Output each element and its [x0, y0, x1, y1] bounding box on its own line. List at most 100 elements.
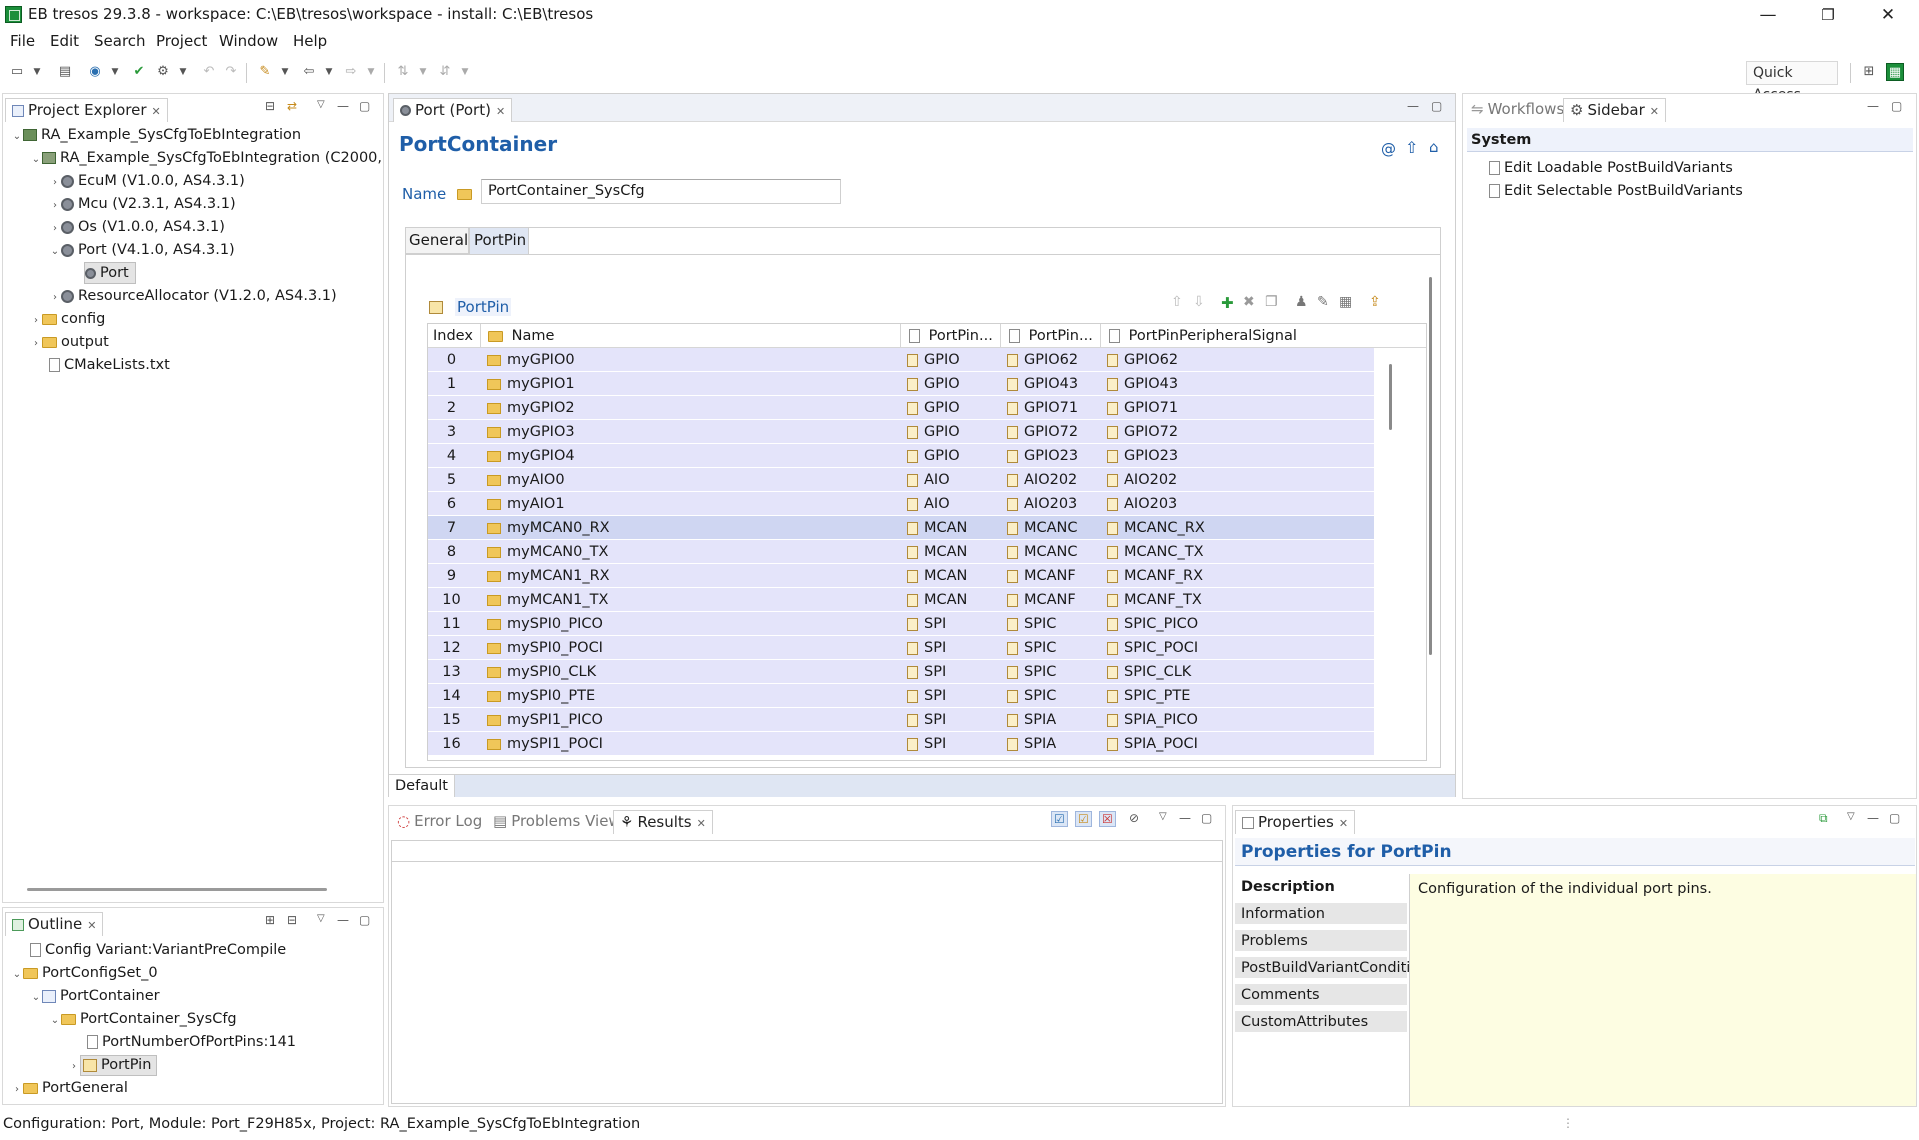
table-row[interactable]: 9 myMCAN1_RX MCAN MCANF MCANF_RX: [428, 564, 1374, 588]
cell-portpin-2[interactable]: SPIC: [1007, 612, 1101, 636]
outline-item-portconfigset[interactable]: ⌄ PortConfigSet_0: [11, 962, 158, 985]
tab-problems-view[interactable]: ▤ Problems View: [487, 810, 627, 834]
cell-index[interactable]: 8: [428, 540, 475, 564]
tab-default[interactable]: Default: [389, 775, 455, 797]
tree-item-ecum[interactable]: › EcuM (V1.0.0, AS4.3.1): [49, 170, 245, 193]
cell-portpin-2[interactable]: SPIA: [1007, 732, 1101, 756]
column-header-index[interactable]: Index: [428, 324, 481, 348]
cell-index[interactable]: 9: [428, 564, 475, 588]
quick-access-field[interactable]: Quick Access: [1746, 61, 1838, 103]
menu-search[interactable]: Search: [94, 32, 146, 50]
table-row[interactable]: 2 myGPIO2 GPIO GPIO71 GPIO71: [428, 396, 1374, 420]
cell-portpin-2[interactable]: SPIC: [1007, 660, 1101, 684]
tree-item-output-folder[interactable]: › output: [30, 331, 109, 354]
table-row[interactable]: 15 mySPI1_PICO SPI SPIA SPIA_PICO: [428, 708, 1374, 732]
minimize-icon[interactable]: —: [1867, 99, 1879, 113]
dropdown-icon[interactable]: ▼: [106, 63, 124, 81]
minimize-icon[interactable]: —: [1867, 811, 1879, 825]
tree-item-port[interactable]: ⌄ Port (V4.1.0, AS4.3.1): [49, 239, 235, 262]
table-row[interactable]: 13 mySPI0_CLK SPI SPIC SPIC_CLK: [428, 660, 1374, 684]
close-icon[interactable]: ✕: [697, 817, 706, 830]
link-editor-icon[interactable]: ⇄: [287, 99, 297, 113]
cell-index[interactable]: 12: [428, 636, 475, 660]
column-header-portpin-2[interactable]: PortPin...: [1001, 324, 1101, 348]
save-icon[interactable]: ▤: [56, 63, 74, 81]
table-row[interactable]: 3 myGPIO3 GPIO GPIO72 GPIO72: [428, 420, 1374, 444]
cell-peripheral-signal[interactable]: MCANF_TX: [1107, 588, 1381, 612]
table-row[interactable]: 7 myMCAN0_RX MCAN MCANC MCANC_RX: [428, 516, 1374, 540]
table-row[interactable]: 1 myGPIO1 GPIO GPIO43 GPIO43: [428, 372, 1374, 396]
add-icon[interactable]: ✚: [1221, 294, 1234, 312]
edit-icon[interactable]: ✎: [1317, 294, 1329, 310]
redo-icon[interactable]: ↷: [222, 63, 240, 81]
maximize-icon[interactable]: ▢: [1891, 99, 1902, 113]
cell-portpin-2[interactable]: MCANF: [1007, 588, 1101, 612]
move-up-icon[interactable]: ⇧: [1171, 294, 1183, 310]
outer-scrollbar-thumb[interactable]: [1429, 277, 1432, 655]
cell-index[interactable]: 1: [428, 372, 475, 396]
cell-name[interactable]: myMCAN1_RX: [487, 564, 901, 588]
cell-peripheral-signal[interactable]: SPIC_PTE: [1107, 684, 1381, 708]
cell-portpin-2[interactable]: SPIC: [1007, 636, 1101, 660]
sidebar-item-selectable[interactable]: Edit Selectable PostBuildVariants: [1489, 180, 1743, 203]
cell-peripheral-signal[interactable]: MCANC_RX: [1107, 516, 1381, 540]
cell-peripheral-signal[interactable]: GPIO43: [1107, 372, 1381, 396]
menu-window[interactable]: Window: [219, 32, 278, 50]
cell-portpin-1[interactable]: SPI: [907, 732, 1001, 756]
cell-portpin-1[interactable]: GPIO: [907, 396, 1001, 420]
dropdown-icon[interactable]: ▼: [28, 63, 46, 81]
dropdown-icon[interactable]: ▼: [414, 63, 432, 81]
maximize-icon[interactable]: ▢: [359, 99, 370, 113]
cell-peripheral-signal[interactable]: SPIA_PICO: [1107, 708, 1381, 732]
cell-portpin-1[interactable]: SPI: [907, 708, 1001, 732]
cell-peripheral-signal[interactable]: SPIA_POCI: [1107, 732, 1381, 756]
clear-icon[interactable]: ⊘: [1129, 811, 1139, 825]
dropdown-icon[interactable]: ▼: [362, 63, 380, 81]
tree-item-resourceallocator[interactable]: › ResourceAllocator (V1.2.0, AS4.3.1): [49, 285, 337, 308]
globe-icon[interactable]: ◉: [86, 63, 104, 81]
tab-general[interactable]: General: [405, 227, 469, 254]
outline-item-portcontainer-syscfg[interactable]: ⌄ PortContainer_SysCfg: [49, 1008, 237, 1031]
cell-portpin-1[interactable]: GPIO: [907, 444, 1001, 468]
tab-results[interactable]: ⚘ Results ✕: [613, 810, 713, 834]
new-view-icon[interactable]: ⧉: [1819, 811, 1828, 826]
vertical-scrollbar[interactable]: [1386, 350, 1396, 760]
dropdown-icon[interactable]: ▼: [320, 63, 338, 81]
cell-index[interactable]: 7: [428, 516, 475, 540]
cell-portpin-2[interactable]: GPIO72: [1007, 420, 1101, 444]
cell-name[interactable]: myAIO0: [487, 468, 901, 492]
cell-peripheral-signal[interactable]: SPIC_PICO: [1107, 612, 1381, 636]
tree-item-mcu[interactable]: › Mcu (V2.3.1, AS4.3.1): [49, 193, 236, 216]
table-row[interactable]: 10 myMCAN1_TX MCAN MCANF MCANF_TX: [428, 588, 1374, 612]
props-tab-problems[interactable]: Problems: [1235, 930, 1407, 952]
next-annotation-icon[interactable]: ⇵: [436, 63, 454, 81]
forward-icon[interactable]: ⇨: [342, 63, 360, 81]
close-icon[interactable]: ✕: [1339, 817, 1348, 830]
cell-index[interactable]: 13: [428, 660, 475, 684]
tree-item-project[interactable]: ⌄ RA_Example_SysCfgToEbIntegration: [11, 124, 301, 147]
outline-item-variant[interactable]: Config Variant:VariantPreCompile: [30, 939, 286, 962]
cell-peripheral-signal[interactable]: AIO202: [1107, 468, 1381, 492]
copy-icon[interactable]: ❐: [1265, 294, 1278, 310]
cell-portpin-2[interactable]: GPIO23: [1007, 444, 1101, 468]
table-row[interactable]: 5 myAIO0 AIO AIO202 AIO202: [428, 468, 1374, 492]
cell-portpin-1[interactable]: AIO: [907, 468, 1001, 492]
table-row[interactable]: 4 myGPIO4 GPIO GPIO23 GPIO23: [428, 444, 1374, 468]
table-row[interactable]: 8 myMCAN0_TX MCAN MCANC MCANC_TX: [428, 540, 1374, 564]
export-icon[interactable]: ⇪: [1369, 294, 1381, 310]
minimize-icon[interactable]: —: [1179, 811, 1191, 825]
cell-index[interactable]: 4: [428, 444, 475, 468]
menu-file[interactable]: File: [10, 32, 35, 50]
table-row[interactable]: 16 mySPI1_POCI SPI SPIA SPIA_POCI: [428, 732, 1374, 756]
view-menu-icon[interactable]: ▽: [1159, 811, 1167, 822]
cell-peripheral-signal[interactable]: GPIO72: [1107, 420, 1381, 444]
close-icon[interactable]: ✕: [1650, 105, 1659, 118]
expand-all-icon[interactable]: ⊞: [265, 913, 275, 927]
filter-error-icon[interactable]: ☒: [1099, 811, 1116, 827]
sidebar-item-loadable[interactable]: Edit Loadable PostBuildVariants: [1489, 157, 1733, 180]
cell-peripheral-signal[interactable]: GPIO71: [1107, 396, 1381, 420]
table-row[interactable]: 11 mySPI0_PICO SPI SPIC SPIC_PICO: [428, 612, 1374, 636]
table-row[interactable]: 14 mySPI0_PTE SPI SPIC SPIC_PTE: [428, 684, 1374, 708]
view-menu-icon[interactable]: ▽: [1847, 811, 1855, 822]
cell-peripheral-signal[interactable]: AIO203: [1107, 492, 1381, 516]
